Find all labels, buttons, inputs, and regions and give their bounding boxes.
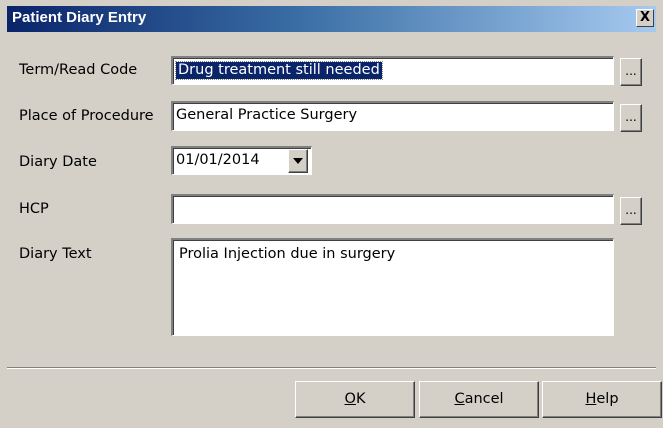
term-read-code-browse-button[interactable]: ...	[620, 58, 642, 86]
place-of-procedure-label: Place of Procedure	[19, 108, 154, 124]
diary-text-label: Diary Text	[19, 246, 92, 262]
patient-diary-entry-dialog: Patient Diary Entry X Term/Read Code Dru…	[0, 0, 663, 428]
window-title: Patient Diary Entry	[12, 9, 147, 26]
term-read-code-value: Drug treatment still needed	[175, 61, 383, 80]
ok-mnemonic: O	[344, 391, 356, 407]
cancel-label-rest: ancel	[464, 391, 504, 407]
hcp-label: HCP	[19, 201, 49, 217]
term-read-code-field[interactable]: Drug treatment still needed	[171, 56, 614, 85]
cancel-mnemonic: C	[454, 391, 465, 407]
diary-date-dropdown-icon[interactable]	[288, 149, 308, 173]
diary-date-label: Diary Date	[19, 154, 97, 170]
hcp-field[interactable]	[171, 194, 614, 224]
title-bar[interactable]: Patient Diary Entry X	[7, 6, 656, 32]
help-button[interactable]: Help	[542, 381, 662, 418]
ok-button[interactable]: OK	[295, 381, 415, 418]
diary-date-value: 01/01/2014	[176, 152, 260, 168]
button-divider	[7, 367, 656, 369]
close-button[interactable]: X	[636, 9, 654, 27]
term-read-code-label: Term/Read Code	[19, 62, 138, 78]
cancel-button[interactable]: Cancel	[419, 381, 539, 418]
place-of-procedure-browse-button[interactable]: ...	[620, 104, 642, 132]
ok-label-rest: K	[355, 391, 366, 407]
place-of-procedure-value: General Practice Surgery	[176, 107, 358, 123]
hcp-browse-button[interactable]: ...	[620, 197, 642, 225]
help-mnemonic: H	[585, 391, 597, 407]
diary-text-area[interactable]: Prolia Injection due in surgery	[171, 238, 614, 336]
help-label-rest: elp	[596, 391, 619, 407]
diary-text-value: Prolia Injection due in surgery	[179, 246, 396, 262]
place-of-procedure-field[interactable]: General Practice Surgery	[171, 101, 614, 131]
